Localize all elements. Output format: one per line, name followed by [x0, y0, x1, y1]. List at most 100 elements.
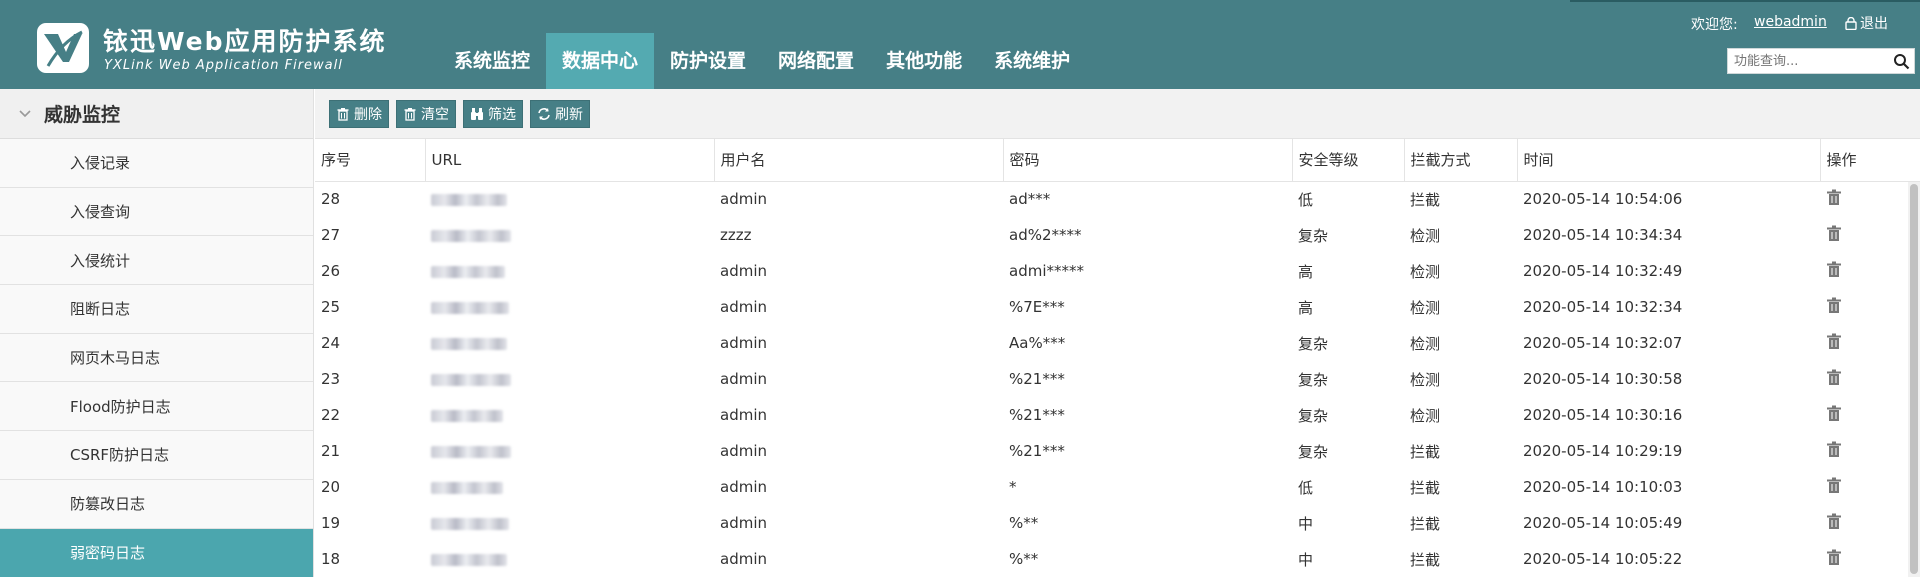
table-header-row: 序号 URL 用户名 密码 安全等级 拦截方式 时间 操作: [315, 139, 1920, 182]
refresh-button[interactable]: 刷新: [530, 99, 590, 128]
table-row[interactable]: 25 admin %7E*** 高 检测 2020-05-14 10:32:34: [315, 289, 1920, 325]
delete-row-icon[interactable]: [1826, 297, 1842, 314]
cell-username: admin: [720, 406, 767, 424]
table-row[interactable]: 23 admin %21*** 复杂 检测 2020-05-14 10:30:58: [315, 361, 1920, 397]
nav-item-other-functions[interactable]: 其他功能: [870, 33, 978, 89]
sidebar-item-intrusion-records[interactable]: 入侵记录: [0, 139, 313, 188]
cell-username: admin: [720, 514, 767, 532]
cell-block-mode: 检测: [1410, 406, 1441, 425]
cell-url-redacted: [425, 217, 714, 253]
delete-row-icon[interactable]: [1826, 441, 1842, 458]
cell-password: %21***: [1009, 442, 1065, 460]
logout-button[interactable]: 退出: [1845, 13, 1888, 33]
search-icon[interactable]: [1893, 53, 1910, 70]
col-header-url[interactable]: URL: [425, 139, 715, 182]
cell-username: zzzz: [720, 226, 752, 244]
cell-password: %21***: [1009, 406, 1065, 424]
main-content: 删除 清空 筛选 刷新 序号 URL 用户名 密码 安全等级 拦截方式 时间 操…: [315, 89, 1920, 577]
table-row[interactable]: 24 admin Aa%*** 复杂 检测 2020-05-14 10:32:07: [315, 325, 1920, 361]
delete-row-icon[interactable]: [1826, 225, 1842, 242]
cell-password: admi*****: [1009, 262, 1084, 280]
col-header-password[interactable]: 密码: [1003, 139, 1293, 182]
delete-row-icon[interactable]: [1826, 189, 1842, 206]
cell-url-redacted: [425, 433, 714, 469]
table-row[interactable]: 26 admin admi***** 高 检测 2020-05-14 10:32:49: [315, 253, 1920, 289]
cell-operation: [1820, 289, 1920, 325]
sidebar-item-weak-password-log[interactable]: 弱密码日志: [0, 528, 313, 577]
binoculars-icon: [471, 107, 483, 120]
table-row[interactable]: 21 admin %21*** 复杂 拦截 2020-05-14 10:29:19: [315, 433, 1920, 469]
toolbar: 删除 清空 筛选 刷新: [315, 89, 1920, 139]
cell-index: 26: [321, 262, 341, 280]
filter-label: 筛选: [488, 106, 516, 123]
delete-row-icon[interactable]: [1826, 261, 1842, 278]
table-row[interactable]: 28 admin ad*** 低 拦截 2020-05-14 10:54:06: [315, 181, 1920, 217]
cell-url-redacted: [425, 541, 714, 577]
filter-button[interactable]: 筛选: [463, 99, 523, 128]
cell-block-mode: 检测: [1410, 334, 1441, 353]
cell-url-redacted: [425, 469, 714, 505]
sidebar-item-block-log[interactable]: 阻断日志: [0, 285, 313, 334]
sidebar-item-webshell-log[interactable]: 网页木马日志: [0, 333, 313, 383]
col-header-operation: 操作: [1820, 139, 1920, 182]
cell-block-mode: 拦截: [1410, 190, 1441, 209]
table-row[interactable]: 19 admin %** 中 拦截 2020-05-14 10:05:49: [315, 505, 1920, 541]
table-row[interactable]: 27 zzzz ad%2**** 复杂 检测 2020-05-14 10:34:34: [315, 217, 1920, 253]
cell-level: 复杂: [1298, 442, 1329, 461]
nav-item-system-maintenance[interactable]: 系统维护: [978, 33, 1086, 89]
col-header-time[interactable]: 时间: [1517, 139, 1821, 182]
cell-operation: [1820, 505, 1920, 541]
col-header-block-mode[interactable]: 拦截方式: [1404, 139, 1518, 182]
cell-time: 2020-05-14 10:32:49: [1523, 262, 1683, 280]
cell-username: admin: [720, 478, 767, 496]
nav-item-protection-settings[interactable]: 防护设置: [654, 33, 762, 89]
sidebar-item-flood-log[interactable]: Flood防护日志: [0, 382, 313, 432]
sidebar-section-threat-monitor[interactable]: 威胁监控: [0, 89, 313, 139]
trash-icon: [337, 107, 349, 121]
cell-operation: [1820, 325, 1920, 361]
delete-row-icon[interactable]: [1826, 333, 1842, 350]
top-header: 铱迅Web应用防护系统 YXLink Web Application Firew…: [0, 0, 1920, 89]
cell-block-mode: 检测: [1410, 370, 1441, 389]
delete-row-icon[interactable]: [1826, 405, 1842, 422]
nav-item-network-config[interactable]: 网络配置: [762, 33, 870, 89]
sidebar-item-tamper-log[interactable]: 防篡改日志: [0, 479, 313, 529]
scrollbar-thumb[interactable]: [1910, 184, 1918, 574]
delete-row-icon[interactable]: [1826, 477, 1842, 494]
cell-block-mode: 检测: [1410, 262, 1441, 281]
table-row[interactable]: 18 admin %** 中 拦截 2020-05-14 10:05:22: [315, 541, 1920, 577]
cell-time: 2020-05-14 10:54:06: [1523, 190, 1683, 209]
username-link[interactable]: webadmin: [1754, 14, 1827, 30]
delete-row-icon[interactable]: [1826, 549, 1842, 566]
cell-password: %**: [1009, 550, 1039, 568]
cell-password: ad%2****: [1009, 226, 1082, 244]
cell-url-redacted: [425, 289, 714, 325]
welcome-label: 欢迎您:: [1691, 17, 1738, 33]
sidebar-item-intrusion-query[interactable]: 入侵查询: [0, 187, 313, 237]
cell-url-redacted: [425, 325, 714, 361]
nav-item-data-center[interactable]: 数据中心: [546, 33, 655, 89]
cell-time: 2020-05-14 10:34:34: [1523, 226, 1683, 244]
clear-button[interactable]: 清空: [396, 99, 456, 128]
table-row[interactable]: 22 admin %21*** 复杂 检测 2020-05-14 10:30:16: [315, 397, 1920, 433]
cell-operation: [1820, 253, 1920, 289]
col-header-index[interactable]: 序号: [315, 139, 426, 182]
col-header-security-level[interactable]: 安全等级: [1292, 139, 1405, 182]
cell-level: 中: [1298, 550, 1314, 569]
col-header-username[interactable]: 用户名: [714, 139, 1004, 182]
sidebar-item-intrusion-stats[interactable]: 入侵统计: [0, 236, 313, 286]
sidebar-item-csrf-log[interactable]: CSRF防护日志: [0, 431, 313, 480]
cell-block-mode: 拦截: [1410, 478, 1441, 497]
function-search-input[interactable]: [1728, 49, 1888, 73]
function-search: [1727, 48, 1915, 74]
table-row[interactable]: 20 admin * 低 拦截 2020-05-14 10:10:03: [315, 469, 1920, 505]
delete-button[interactable]: 删除: [329, 99, 389, 128]
delete-row-icon[interactable]: [1826, 513, 1842, 530]
cell-url-redacted: [425, 253, 714, 289]
delete-row-icon[interactable]: [1826, 369, 1842, 386]
table-scrollbar[interactable]: [1908, 182, 1920, 577]
cell-level: 复杂: [1298, 406, 1329, 425]
refresh-icon: [538, 107, 550, 120]
nav-item-system-monitor[interactable]: 系统监控: [438, 33, 546, 89]
sidebar-section-label: 威胁监控: [44, 104, 121, 126]
